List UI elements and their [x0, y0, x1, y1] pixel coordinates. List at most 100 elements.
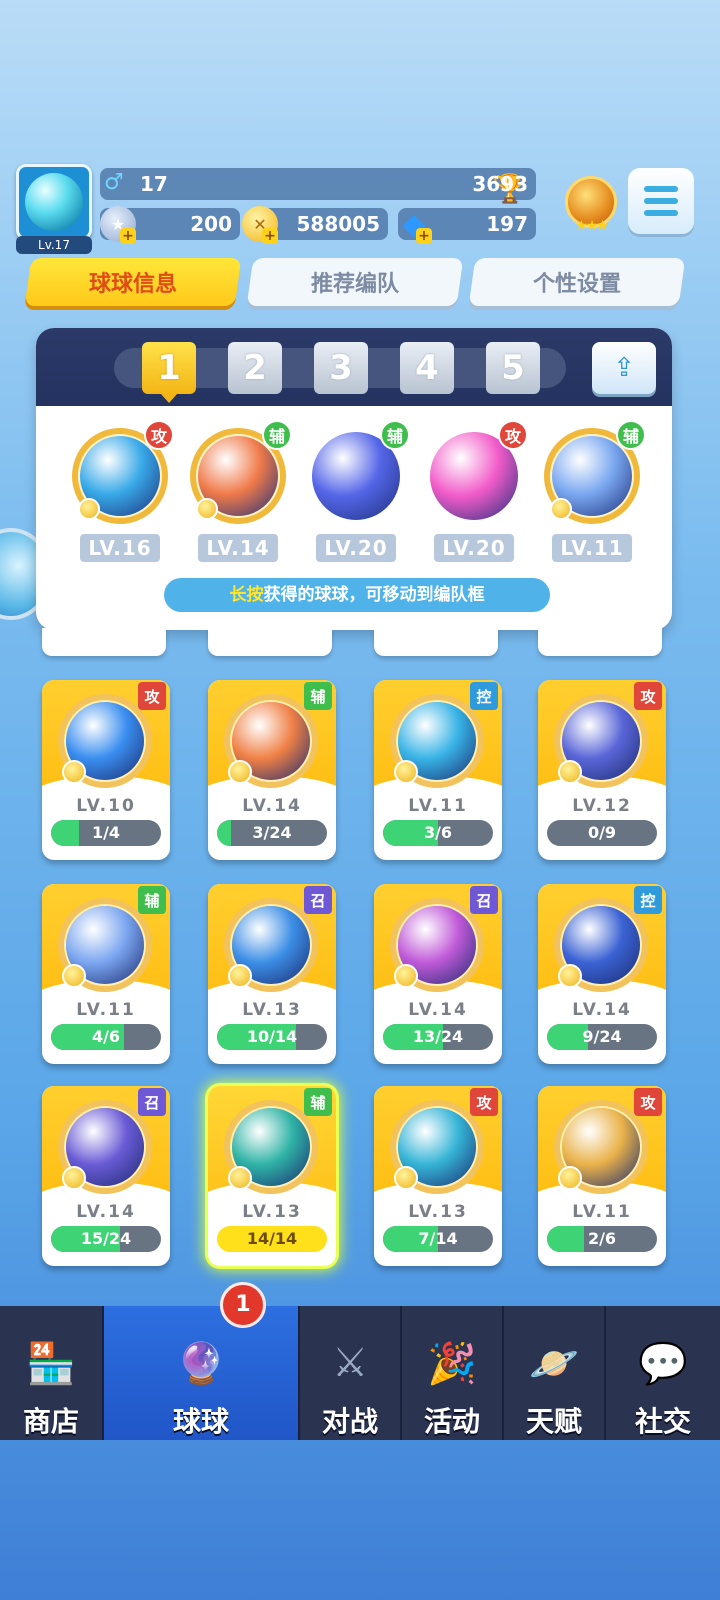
ball-card[interactable]: 辅 LV.13 14/14 [208, 1086, 336, 1266]
team-ball-slot[interactable]: 辅 [308, 420, 410, 524]
ball-level: LV.11 [572, 1202, 632, 1222]
ball-card[interactable]: 辅 LV.14 3/24 [208, 680, 336, 860]
player-avatar[interactable] [16, 164, 92, 240]
progress-text: 4/6 [91, 1027, 121, 1046]
ball-type-badge: 辅 [262, 420, 292, 450]
coin-bar[interactable]: ✕ + 588005 [242, 206, 388, 244]
nav-party-popper[interactable]: 🎉 活动 [402, 1306, 502, 1440]
ball-level: LV.11 [408, 796, 468, 816]
ball-type-badge: 辅 [616, 420, 646, 450]
team-ball-slot[interactable]: 攻 [72, 420, 174, 524]
team-slot-2[interactable]: 2 [228, 342, 282, 394]
team-slot-1[interactable]: 1 [142, 342, 196, 403]
coin-icon [228, 1166, 252, 1190]
team-ball-slot[interactable]: 辅 [544, 420, 646, 524]
ball-card[interactable]: 攻 LV.13 7/14 [374, 1086, 502, 1266]
team-slot-5[interactable]: 5 [486, 342, 540, 394]
progress-text: 2/6 [587, 1229, 617, 1248]
coin-icon [558, 964, 582, 988]
add-energy-icon[interactable]: + [120, 228, 136, 244]
add-coin-icon[interactable]: + [262, 228, 278, 244]
tab-personal-settings[interactable]: 个性设置 [468, 258, 686, 306]
progress-text: 15/24 [80, 1229, 132, 1248]
progress-text: 3/6 [423, 823, 453, 842]
gem-value: 197 [486, 212, 528, 236]
coin-icon [196, 498, 218, 520]
ball-type-badge: 召 [304, 886, 332, 914]
team-slot-4[interactable]: 4 [400, 342, 454, 394]
avatar-orb-icon [25, 173, 83, 231]
drag-hint: 长按获得的球球，可移动到编队框 [164, 578, 550, 612]
ball-type-badge: 辅 [138, 886, 166, 914]
upgrade-progress-bar: 15/24 [51, 1226, 161, 1252]
ball-level: LV.14 [242, 796, 302, 816]
ball-card[interactable]: 辅 LV.11 4/6 [42, 884, 170, 1064]
ball-type-badge: 召 [138, 1088, 166, 1116]
team-ball-slot[interactable]: 辅 [190, 420, 292, 524]
tab-ball-info[interactable]: 球球信息 [24, 258, 242, 306]
team-slot-3[interactable]: 3 [314, 342, 368, 394]
coin-icon [62, 964, 86, 988]
ball-level: LV.13 [242, 1202, 302, 1222]
energy-bar[interactable]: ★ + 200 [100, 206, 240, 244]
ball-type-badge: 辅 [380, 420, 410, 450]
nav-chat-heart[interactable]: 💬 社交 [606, 1306, 720, 1440]
hidden-card-strip [538, 628, 662, 656]
ball-type-badge: 辅 [304, 682, 332, 710]
nav-planet[interactable]: 🪐 天赋 [504, 1306, 604, 1440]
party-popper-icon: 🎉 [427, 1340, 477, 1387]
ball-type-badge: 控 [470, 682, 498, 710]
ball-card[interactable]: 攻 LV.10 1/4 [42, 680, 170, 860]
chat-heart-icon: 💬 [638, 1340, 688, 1387]
team-ball-level: LV.20 [434, 534, 514, 562]
coin-icon [228, 760, 252, 784]
ball-card[interactable]: 控 LV.11 3/6 [374, 680, 502, 860]
rank-medal-icon[interactable]: ★★★ [562, 170, 620, 234]
ball-card[interactable]: 召 LV.14 13/24 [374, 884, 502, 1064]
ball-level: LV.13 [242, 1000, 302, 1020]
gem-bar[interactable]: ◆ + 197 [398, 207, 536, 244]
menu-button[interactable] [628, 168, 694, 234]
ball-type-badge: 辅 [304, 1088, 332, 1116]
nav-shop[interactable]: 🏪 商店 [0, 1306, 102, 1440]
tab-recommended-team[interactable]: 推荐编队 [246, 258, 464, 306]
ball-level: LV.14 [572, 1000, 632, 1020]
team-ball-level: LV.16 [80, 534, 160, 562]
progress-text: 1/4 [91, 823, 121, 842]
upgrade-progress-bar: 3/6 [383, 820, 493, 846]
nav-swords[interactable]: ⚔ 对战 [300, 1306, 400, 1440]
upgrade-progress-bar: 3/24 [217, 820, 327, 846]
ball-type-badge: 攻 [138, 682, 166, 710]
progress-text: 0/9 [587, 823, 617, 842]
coin-icon [228, 964, 252, 988]
ball-card[interactable]: 攻 LV.11 2/6 [538, 1086, 666, 1266]
ball-card[interactable]: 控 LV.14 9/24 [538, 884, 666, 1064]
share-icon: ⇪ [613, 353, 635, 383]
hidden-card-strip [42, 628, 166, 656]
ball-level: LV.14 [408, 1000, 468, 1020]
nav-label: 社交 [634, 1405, 691, 1438]
coin-icon [394, 760, 418, 784]
ball-card[interactable]: 攻 LV.12 0/9 [538, 680, 666, 860]
coin-icon [62, 1166, 86, 1190]
player-level-bar: ♂ 17 🏆 3693 [100, 168, 536, 205]
ball-type-badge: 攻 [470, 1088, 498, 1116]
ball-level: LV.10 [76, 796, 136, 816]
ball-level: LV.14 [76, 1202, 136, 1222]
team-ball-slot[interactable]: 攻 [426, 420, 528, 524]
nav-label: 对战 [321, 1405, 378, 1438]
team-ball-level: LV.20 [316, 534, 396, 562]
coin-icon [558, 760, 582, 784]
ball-card[interactable]: 召 LV.14 15/24 [42, 1086, 170, 1266]
ball-type-badge: 攻 [144, 420, 174, 450]
share-button[interactable]: ⇪ [592, 342, 656, 394]
nav-ball[interactable]: 🔮 球球 [104, 1306, 298, 1440]
add-gem-icon[interactable]: + [416, 228, 432, 244]
coin-icon [558, 1166, 582, 1190]
ball-type-badge: 攻 [634, 682, 662, 710]
coin-icon [62, 760, 86, 784]
ball-card[interactable]: 召 LV.13 10/14 [208, 884, 336, 1064]
coin-icon [550, 498, 572, 520]
ball-icon: 🔮 [176, 1340, 226, 1387]
male-icon: ♂ [104, 170, 124, 195]
